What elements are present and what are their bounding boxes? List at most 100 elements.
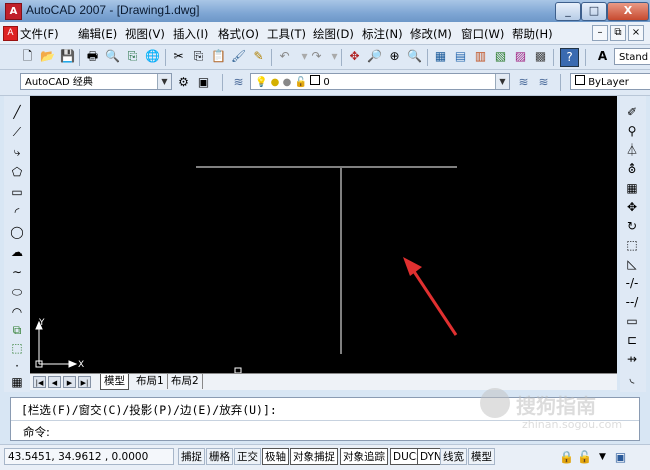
mdi-close-button[interactable]: ×: [628, 25, 644, 41]
lineweight-toggle[interactable]: 线宽: [440, 448, 467, 465]
menu-window[interactable]: 窗口(W): [461, 26, 504, 42]
construction-line-icon[interactable]: ⟋: [7, 124, 27, 141]
snap-toggle[interactable]: 捕捉: [178, 448, 205, 465]
close-button[interactable]: X: [607, 2, 649, 21]
break-icon[interactable]: ▭: [622, 313, 642, 330]
block-editor-icon[interactable]: ✎: [250, 48, 267, 65]
menu-format[interactable]: 格式(O): [218, 26, 259, 42]
minimize-button[interactable]: _: [555, 2, 581, 21]
mdi-restore-button[interactable]: ⧉: [610, 25, 626, 41]
tool-palettes-icon[interactable]: ▥: [472, 48, 489, 65]
menu-modify[interactable]: 修改(M): [410, 26, 452, 42]
rotate-icon[interactable]: ↻: [622, 218, 642, 235]
redo-icon[interactable]: ↷: [308, 48, 325, 65]
drawing-canvas[interactable]: Y X: [30, 96, 617, 373]
stretch-icon[interactable]: ◺: [622, 256, 642, 273]
help-icon[interactable]: ?: [560, 48, 579, 67]
tab-model[interactable]: 模型: [100, 374, 129, 390]
match-properties-icon[interactable]: 🖌: [230, 48, 247, 65]
design-center-icon[interactable]: ▤: [452, 48, 469, 65]
rectangle-icon[interactable]: ▭: [7, 184, 27, 201]
move-icon[interactable]: ✥: [622, 199, 642, 216]
hatch-icon[interactable]: ▦: [7, 374, 27, 391]
new-file-icon[interactable]: 🗋: [19, 48, 36, 65]
menu-help[interactable]: 帮助(H): [512, 26, 553, 42]
copy-object-icon[interactable]: ⚲: [622, 123, 642, 140]
calculator-icon[interactable]: ▩: [532, 48, 549, 65]
paste-icon[interactable]: 📋: [210, 48, 227, 65]
ellipse-arc-icon[interactable]: ◠: [7, 304, 27, 321]
first-tab-button[interactable]: |◀: [33, 376, 46, 388]
menu-view[interactable]: 视图(V): [125, 26, 165, 42]
command-window[interactable]: [栏选(F)/窗交(C)/投影(P)/边(E)/放弃(U)]: 命令:: [10, 397, 640, 441]
toolbar-lock-icon[interactable]: 🔓: [576, 449, 593, 466]
scale-icon[interactable]: ⬚: [622, 237, 642, 254]
revision-cloud-icon[interactable]: ☁: [7, 244, 27, 261]
workspace-select[interactable]: AutoCAD 经典 ▼: [20, 73, 172, 90]
chamfer-icon[interactable]: ⇸: [622, 351, 642, 368]
zoom-realtime-icon[interactable]: 🔎: [366, 48, 383, 65]
make-object-layer-current-icon[interactable]: ≋: [515, 74, 532, 91]
trim-icon[interactable]: -/-: [622, 275, 642, 292]
ellipse-icon[interactable]: ⬭: [7, 284, 27, 301]
zoom-window-icon[interactable]: ⊕: [386, 48, 403, 65]
join-icon[interactable]: ⊏: [622, 332, 642, 349]
menu-insert[interactable]: 插入(I): [173, 26, 208, 42]
mdi-minimize-button[interactable]: –: [592, 25, 608, 41]
tab-layout2[interactable]: 布局2: [168, 374, 203, 389]
text-style-icon[interactable]: A: [594, 48, 611, 65]
print-preview-icon[interactable]: 🔍: [104, 48, 121, 65]
publish-icon[interactable]: ⎘: [124, 48, 141, 65]
menu-draw[interactable]: 绘图(D): [313, 26, 354, 42]
save-icon[interactable]: 💾: [59, 48, 76, 65]
sheet-set-icon[interactable]: ▧: [492, 48, 509, 65]
spline-icon[interactable]: ∼: [7, 264, 27, 281]
polygon-icon[interactable]: ⬠: [7, 164, 27, 181]
arc-icon[interactable]: ◜: [7, 204, 27, 221]
mirror-icon[interactable]: ⏃: [622, 142, 642, 159]
prev-tab-button[interactable]: ◀: [48, 376, 61, 388]
ortho-toggle[interactable]: 正交: [234, 448, 261, 465]
color-control-select[interactable]: ByLayer: [570, 73, 650, 90]
osnap-toggle[interactable]: 对象捕捉: [290, 448, 338, 465]
offset-icon[interactable]: ⛢: [622, 161, 642, 178]
cut-icon[interactable]: ✂: [170, 48, 187, 65]
point-icon[interactable]: ·: [7, 358, 27, 375]
grid-toggle[interactable]: 栅格: [206, 448, 233, 465]
undo-icon[interactable]: ↶: [276, 48, 293, 65]
maximize-button[interactable]: □: [581, 2, 607, 21]
tab-layout1[interactable]: 布局1: [133, 374, 168, 389]
polyline-icon[interactable]: ⤷: [7, 144, 27, 161]
markup-icon[interactable]: ▨: [512, 48, 529, 65]
workspace-settings-icon[interactable]: ⚙: [175, 74, 192, 91]
model-toggle[interactable]: 模型: [468, 448, 495, 465]
open-file-icon[interactable]: 📂: [39, 48, 56, 65]
menu-dimension[interactable]: 标注(N): [362, 26, 403, 42]
autocad-app-icon[interactable]: A: [5, 3, 22, 20]
layer-properties-icon[interactable]: ≋: [230, 74, 247, 91]
erase-icon[interactable]: ✐: [622, 104, 642, 121]
otrack-toggle[interactable]: 对象追踪: [340, 448, 388, 465]
command-prompt[interactable]: 命令:: [23, 424, 50, 440]
document-icon[interactable]: A: [3, 26, 18, 41]
pan-icon[interactable]: ✥: [346, 48, 363, 65]
layer-previous-icon[interactable]: ≋: [535, 74, 552, 91]
layer-select[interactable]: 💡 ● ● 🔓 0 ▼: [250, 73, 510, 90]
coordinates-readout[interactable]: 43.5451, 34.9612 , 0.0000: [4, 448, 174, 465]
polar-toggle[interactable]: 极轴: [262, 448, 289, 465]
menu-file[interactable]: 文件(F): [20, 26, 59, 42]
line-icon[interactable]: ╱: [7, 104, 27, 121]
properties-icon[interactable]: ▦: [432, 48, 449, 65]
last-tab-button[interactable]: ▶|: [78, 376, 91, 388]
circle-icon[interactable]: ◯: [7, 224, 27, 241]
status-menu-chevron-icon[interactable]: ▼: [594, 449, 611, 466]
menu-edit[interactable]: 编辑(E): [78, 26, 117, 42]
workspace-save-icon[interactable]: ▣: [195, 74, 212, 91]
make-block-icon[interactable]: ⬚: [7, 340, 27, 357]
extend-icon[interactable]: --/: [622, 294, 642, 311]
menu-tools[interactable]: 工具(T): [267, 26, 306, 42]
text-style-select[interactable]: Stand: [614, 48, 650, 65]
array-icon[interactable]: ▦: [622, 180, 642, 197]
copy-icon[interactable]: ⎘: [190, 48, 207, 65]
clean-screen-icon[interactable]: ▣: [612, 449, 629, 466]
